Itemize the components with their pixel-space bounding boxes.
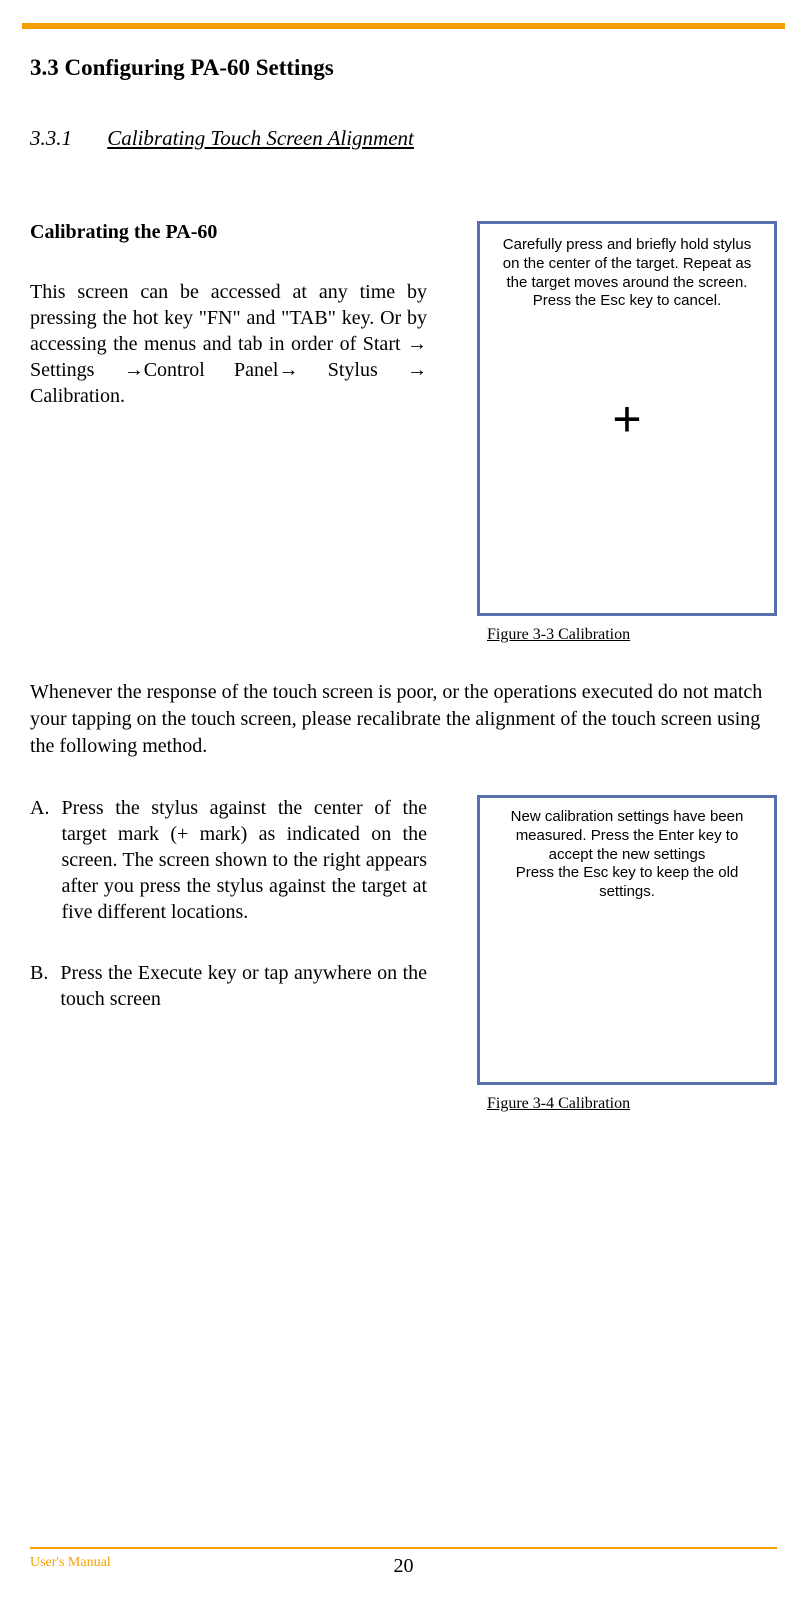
subsection-number: 3.3.1 xyxy=(30,126,72,151)
figure-3-3-text: Carefully press and briefly hold stylus … xyxy=(488,236,766,311)
block-1-text-col: Calibrating the PA-60 This screen can be… xyxy=(30,221,427,644)
fig2-line4: Press the Esc key to keep the old settin… xyxy=(490,864,764,902)
list-marker-a: A. xyxy=(30,795,49,925)
figure-3-4-caption: Figure 3-4 Calibration xyxy=(477,1095,777,1113)
fig1-line3: the target moves around the screen. xyxy=(492,274,762,293)
page-number: 20 xyxy=(394,1555,414,1578)
figure-3-4-text: New calibration settings have been measu… xyxy=(486,808,768,902)
header-orange-bar xyxy=(22,23,785,29)
block-2-figure-col: New calibration settings have been measu… xyxy=(477,795,777,1113)
subsection-heading: 3.3.1 Calibrating Touch Screen Alignment xyxy=(30,126,777,151)
fig1-line2: on the center of the target. Repeat as xyxy=(492,255,762,274)
block-1-figure-col: Carefully press and briefly hold stylus … xyxy=(477,221,777,644)
footer-orange-line xyxy=(30,1547,777,1549)
list-marker-b: B. xyxy=(30,960,48,1012)
subsection-title: Calibrating Touch Screen Alignment xyxy=(107,126,414,150)
block-1: Calibrating the PA-60 This screen can be… xyxy=(30,221,777,644)
fig2-line3: accept the new settings xyxy=(490,846,764,865)
list-item-a: A. Press the stylus against the center o… xyxy=(30,795,427,925)
page-footer: User's Manual 20 xyxy=(30,1547,777,1571)
section-heading: 3.3 Configuring PA-60 Settings xyxy=(30,55,777,81)
page-content: 3.3 Configuring PA-60 Settings 3.3.1 Cal… xyxy=(0,0,807,1113)
list-text-b: Press the Execute key or tap anywhere on… xyxy=(60,960,427,1012)
fig1-line1: Carefully press and briefly hold stylus xyxy=(492,236,762,255)
fig2-line2: measured. Press the Enter key to xyxy=(490,827,764,846)
block-2-text-col: A. Press the stylus against the center o… xyxy=(30,795,427,1113)
list-item-b: B. Press the Execute key or tap anywhere… xyxy=(30,960,427,1012)
fig2-line1: New calibration settings have been xyxy=(490,808,764,827)
fig1-line4: Press the Esc key to cancel. xyxy=(492,292,762,311)
figure-3-4-screenshot: New calibration settings have been measu… xyxy=(477,795,777,1085)
para-whenever-response: Whenever the response of the touch scree… xyxy=(30,679,777,760)
block-2: A. Press the stylus against the center o… xyxy=(30,795,777,1113)
figure-3-3-screenshot: Carefully press and briefly hold stylus … xyxy=(477,221,777,616)
footer-row: User's Manual 20 xyxy=(30,1555,777,1571)
calibration-target-icon: + xyxy=(612,390,641,448)
list-text-a: Press the stylus against the center of t… xyxy=(61,795,427,925)
footer-label: User's Manual xyxy=(30,1555,111,1571)
subheading-calibrating: Calibrating the PA-60 xyxy=(30,221,427,244)
para-access-screen: This screen can be accessed at any time … xyxy=(30,279,427,409)
figure-3-3-caption: Figure 3-3 Calibration xyxy=(477,626,777,644)
